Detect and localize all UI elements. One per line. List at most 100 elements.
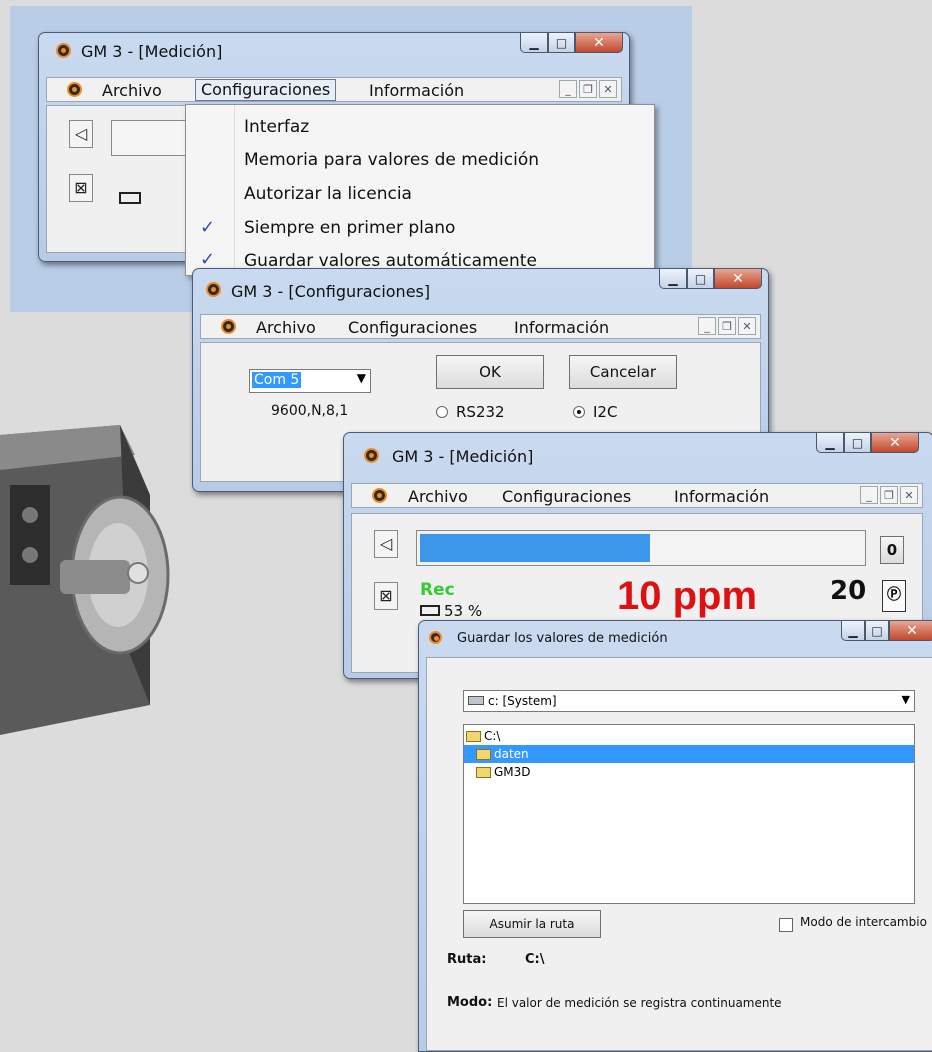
drive-icon [468,696,484,705]
menu-item-siempre[interactable]: Siempre en primer plano [244,218,455,238]
rs232-label: RS232 [456,403,505,421]
close-button[interactable]: ✕ [714,269,762,289]
menu-configuraciones[interactable]: Configuraciones [195,79,337,101]
assume-path-button[interactable]: Asumir la ruta [463,910,601,938]
mdi-close-button[interactable]: ✕ [738,317,756,335]
minimize-button[interactable]: ▁ [520,33,548,53]
mdi-restore-button[interactable]: ❐ [718,317,736,335]
title-bar[interactable]: Guardar los valores de medición ▁ □ ✕ [419,621,932,651]
chevron-down-icon: ▼ [901,693,910,706]
mute-icon[interactable]: ⊠ [374,582,398,610]
menu-bar: Archivo Configuraciones Información _ ❐ … [351,483,923,508]
minimize-button[interactable]: ▁ [659,269,687,289]
maximize-button[interactable]: □ [844,433,871,453]
app-icon [56,43,71,58]
menu-archivo[interactable]: Archivo [408,487,468,506]
mdi-minimize-button[interactable]: _ [698,317,716,335]
modo-label: Modo: [447,995,493,1010]
maximize-button[interactable]: □ [548,33,575,53]
save-values-window: Guardar los valores de medición ▁ □ ✕ c:… [418,620,932,1052]
check-icon: ✓ [200,249,216,270]
menu-informacion[interactable]: Información [674,487,769,506]
folder-tree: C:\ daten GM3D [463,724,915,904]
app-icon [429,631,442,644]
exchange-mode-label: Modo de intercambio [800,915,927,929]
menu-informacion[interactable]: Información [369,81,464,100]
close-button[interactable]: ✕ [889,621,932,641]
window-title: GM 3 - [Medición] [81,42,223,61]
folder-icon [476,767,491,778]
mdi-minimize-button[interactable]: _ [559,80,577,98]
check-icon: ✓ [200,217,216,238]
menu-bar: Archivo Configuraciones Información _ ❐ … [200,314,761,339]
configuraciones-dropdown: Interfaz Memoria para valores de medició… [185,104,655,276]
folder-row[interactable]: GM3D [464,763,914,781]
app-icon [67,82,82,97]
folder-row[interactable]: C:\ [464,727,914,745]
speaker-icon[interactable]: ◁ [374,530,398,558]
folder-label: daten [494,747,529,761]
chevron-down-icon: ▼ [356,371,366,385]
menu-archivo[interactable]: Archivo [102,81,162,100]
rs232-radio[interactable] [436,406,448,418]
app-icon [364,448,379,463]
battery-label: 53 % [444,602,483,620]
level-bar [416,530,866,566]
mdi-minimize-button[interactable]: _ [860,486,878,504]
menu-item-memoria[interactable]: Memoria para valores de medición [244,150,539,170]
menu-configuraciones[interactable]: Configuraciones [502,487,631,506]
speaker-icon[interactable]: ◁ [69,120,93,148]
port-value: Com 5 [252,372,302,388]
close-button[interactable]: ✕ [871,433,919,453]
menu-configuraciones[interactable]: Configuraciones [348,318,477,337]
cancel-button[interactable]: Cancelar [569,355,677,389]
folder-label: GM3D [494,765,531,779]
maximize-button[interactable]: □ [865,621,889,641]
parking-icon[interactable]: Ⓟ [882,580,906,612]
title-bar[interactable]: GM 3 - [Medición] ▁ □ ✕ [344,433,932,469]
menu-bar: Archivo Configuraciones Información _ ❐ … [46,77,622,102]
folder-icon [466,731,481,742]
port-select[interactable]: Com 5 ▼ [249,369,371,393]
baud-label: 9600,N,8,1 [271,403,349,419]
modo-value: El valor de medición se registra continu… [497,996,782,1010]
zero-button[interactable]: 0 [880,536,904,564]
rec-label: Rec [420,580,455,600]
mdi-restore-button[interactable]: ❐ [579,80,597,98]
folder-row[interactable]: daten [464,745,914,763]
exchange-mode-checkbox[interactable] [779,918,793,932]
minimize-button[interactable]: ▁ [841,621,865,641]
mdi-restore-button[interactable]: ❐ [880,486,898,504]
battery-icon [119,192,141,204]
i2c-radio[interactable] [573,406,585,418]
mdi-close-button[interactable]: ✕ [599,80,617,98]
window-title: GM 3 - [Configuraciones] [231,282,431,301]
folder-icon [476,749,491,760]
app-icon [206,282,221,297]
client-area: c: [System] ▼ C:\ daten GM3D Asumir la r… [426,657,932,1051]
i2c-label: I2C [593,403,618,421]
maximize-button[interactable]: □ [687,269,714,289]
drive-select[interactable]: c: [System] ▼ [463,690,915,712]
menu-informacion[interactable]: Información [514,318,609,337]
count-value: 20 [830,576,867,606]
mdi-close-button[interactable]: ✕ [900,486,918,504]
title-bar[interactable]: GM 3 - [Medición] ▁ □ ✕ [39,33,629,69]
ruta-label: Ruta: [447,952,487,967]
minimize-button[interactable]: ▁ [816,433,844,453]
ok-button[interactable]: OK [436,355,544,389]
window-title: Guardar los valores de medición [457,631,668,646]
reading-value: 10 ppm [617,574,758,618]
close-button[interactable]: ✕ [575,33,623,53]
menu-archivo[interactable]: Archivo [256,318,316,337]
folder-label: C:\ [484,729,501,743]
title-bar[interactable]: GM 3 - [Configuraciones] ▁ □ ✕ [193,269,768,305]
app-icon [372,488,387,503]
mute-icon[interactable]: ⊠ [69,174,93,202]
level-bar-fill [420,534,650,562]
menu-item-autorizar[interactable]: Autorizar la licencia [244,184,412,204]
menu-item-interfaz[interactable]: Interfaz [244,117,309,137]
drive-label: c: [System] [488,694,557,708]
device-image [0,425,170,735]
battery-icon [420,605,440,616]
